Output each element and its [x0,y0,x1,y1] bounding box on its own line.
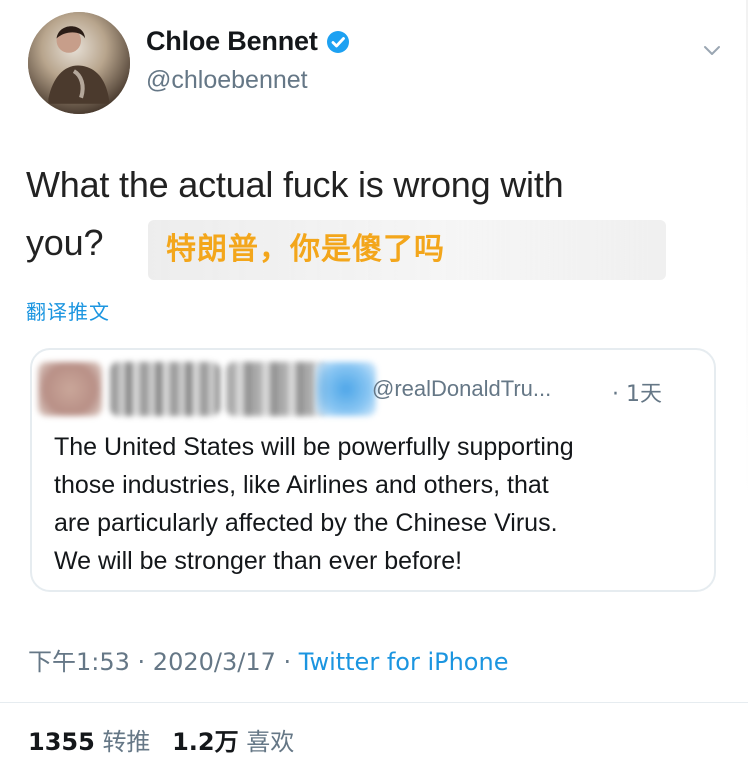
verified-badge-icon [326,30,350,54]
blurred-name [110,362,220,416]
tweet-text-line-1: What the actual fuck is wrong with [26,164,564,205]
tweet-stats: 1355 转推 1.2万 喜欢 [28,722,294,757]
quoted-time: · 1天 [612,382,662,407]
blurred-verified-badge [316,362,376,416]
author-handle[interactable]: @chloebennet [146,66,308,95]
tweet-text-line-2: you? [26,222,104,263]
tweet-date[interactable]: 2020/3/17 [153,648,276,676]
translate-tweet-link[interactable]: 翻译推文 [26,296,110,325]
tweet-meta: 下午1:53 · 2020/3/17 · Twitter for iPhone [28,642,508,677]
quoted-text-line: those industries, like Airlines and othe… [54,471,549,499]
tweet-time[interactable]: 下午1:53 [28,648,130,676]
retweets-label[interactable]: 转推 [102,728,150,756]
meta-separator: · [129,648,153,676]
blurred-name [226,362,326,416]
annotation-text: 特朗普，你是傻了吗 [166,232,445,267]
retweets-count[interactable]: 1355 [28,728,95,756]
tweet-source-link[interactable]: Twitter for iPhone [299,648,509,676]
likes-label[interactable]: 喜欢 [246,728,294,756]
blurred-avatar [38,362,102,416]
avatar[interactable] [28,12,130,114]
author-name-row: Chloe Bennet [146,26,350,57]
quoted-handle[interactable]: @realDonaldTru... [372,376,551,402]
quoted-text-line: We will be stronger than ever before! [54,547,463,575]
quoted-text-line: The United States will be powerfully sup… [54,433,574,461]
quoted-tweet-body: The United States will be powerfully sup… [54,428,704,580]
likes-count[interactable]: 1.2万 [172,728,239,756]
quoted-text-line: are particularly affected by the Chinese… [54,509,558,537]
meta-separator: · [275,648,299,676]
avatar-photo [28,12,130,114]
author-display-name[interactable]: Chloe Bennet [146,26,318,57]
divider [0,702,748,703]
chevron-down-icon[interactable] [700,38,724,62]
